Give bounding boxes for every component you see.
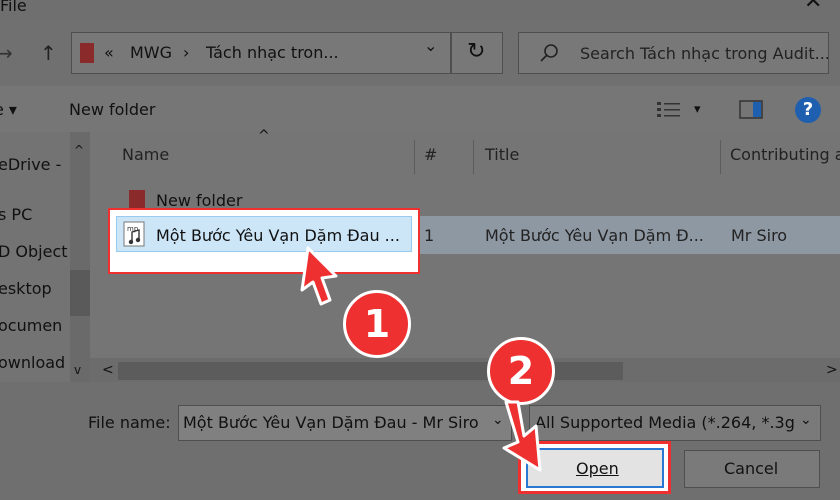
open-button-label: Open [576,459,619,478]
cursor-arrow-icon [300,246,338,306]
filename-value: Một Bước Yêu Vạn Dặm Đau - Mr Siro [183,413,479,432]
folder-icon [129,190,145,208]
breadcrumb-mwg[interactable]: MWG [130,43,172,63]
address-overflow-icon[interactable]: « [104,43,114,63]
organize-menu[interactable]: e ▾ [0,100,17,120]
column-divider[interactable] [720,140,721,174]
breadcrumb-separator: › [183,43,190,62]
folder-icon [80,43,94,63]
filename-label: File name: [88,413,171,432]
list-item-artist: Mr Siro [731,226,788,245]
view-dropdown-icon[interactable]: ▾ [694,100,701,120]
list-item-title: Một Bước Yêu Vạn Dặm Đ... [485,226,704,245]
nav-scrollbar[interactable] [70,132,90,382]
chevron-down-icon[interactable]: ⌄ [424,36,437,56]
close-icon[interactable]: ✕ [804,0,822,13]
help-icon[interactable]: ? [795,97,821,123]
chevron-down-icon[interactable]: ⌄ [800,410,812,430]
forward-icon[interactable]: → [0,43,13,63]
nav-item-desktop[interactable]: esktop [0,279,52,299]
view-list-icon[interactable] [656,100,682,120]
new-folder-button[interactable]: New folder [69,100,155,120]
scroll-down-icon[interactable]: v [74,360,81,380]
column-divider[interactable] [414,140,415,174]
nav-scroll-thumb[interactable] [70,270,90,316]
search-placeholder: Search Tách nhạc trong Audit... [580,44,830,63]
nav-item-this-pc[interactable]: s PC [0,205,32,225]
nav-item-3d-objects[interactable]: D Object [0,242,68,262]
column-divider[interactable] [473,140,474,174]
scroll-right-icon[interactable]: > [826,360,838,380]
list-item-number: 1 [424,226,435,245]
step-badge-2: 2 [487,337,555,405]
file-type-value: All Supported Media (*.264, *.3g [535,413,795,432]
cancel-button-label: Cancel [724,459,779,478]
sort-ascending-icon: ^ [258,128,270,144]
column-header-title[interactable]: Title [485,145,519,165]
column-header-contributing[interactable]: Contributing a [730,145,840,165]
preview-pane-icon[interactable] [739,99,765,121]
column-header-number[interactable]: # [424,145,437,165]
nav-item-downloads[interactable]: ownload [0,353,65,373]
up-arrow-icon[interactable]: ↑ [40,43,57,63]
step-badge-1: 1 [343,290,411,358]
list-item-name[interactable]: Một Bước Yêu Vạn Dặm Đau ... [156,226,400,246]
window-title: File [0,0,27,15]
scroll-up-icon[interactable]: ^ [74,140,84,160]
column-header-name[interactable]: Name [122,145,169,165]
breadcrumb-current[interactable]: Tách nhạc tron... [206,43,339,63]
nav-item-onedrive[interactable]: eDrive - [0,155,61,175]
refresh-icon: ↻ [467,39,486,64]
title-bar [0,0,840,22]
audio-file-icon: mp [123,221,145,247]
search-icon [540,44,558,62]
cursor-arrow-icon [502,400,542,472]
nav-item-documents[interactable]: ocumen [0,316,62,336]
scroll-left-icon[interactable]: < [102,360,114,380]
